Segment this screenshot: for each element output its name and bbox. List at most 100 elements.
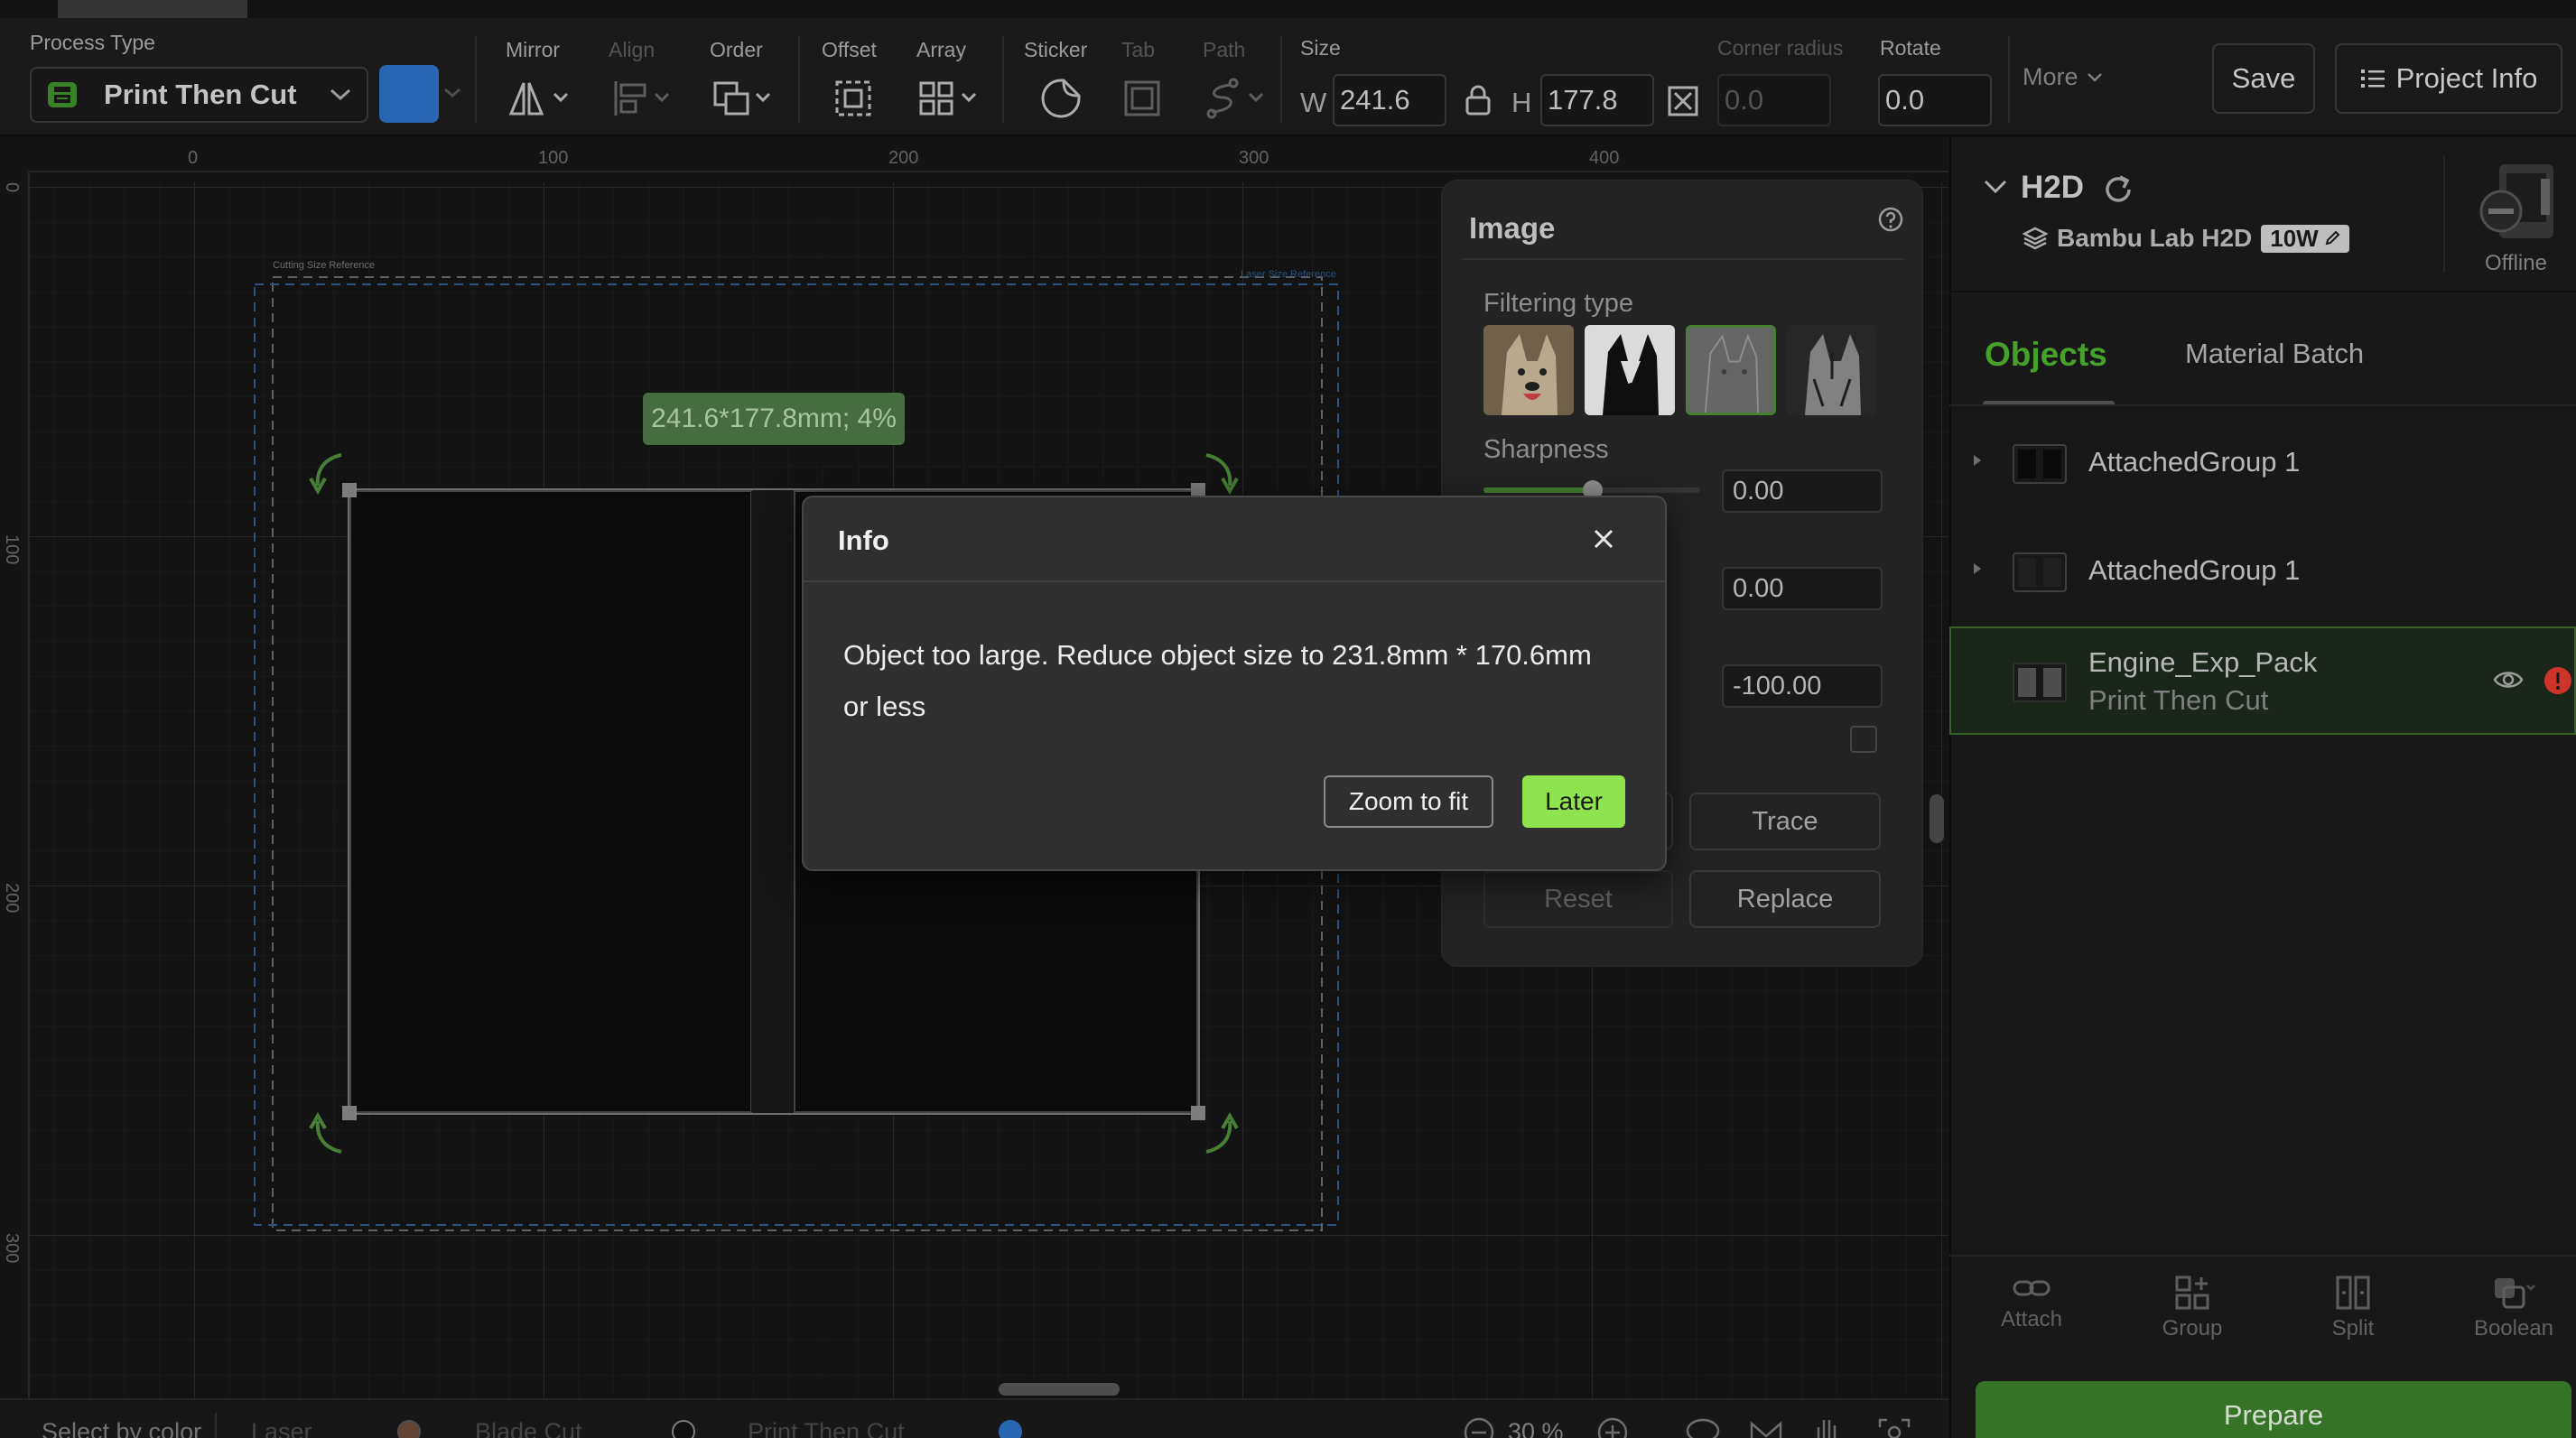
chevron-down-icon[interactable] (442, 87, 462, 99)
project-info-label: Project Info (2395, 62, 2538, 94)
sticker-icon[interactable] (1040, 78, 1082, 119)
fit-size-icon[interactable] (1667, 85, 1699, 117)
laser-badge[interactable]: 10W (2261, 224, 2349, 253)
filter-sketch-thumbnail[interactable] (1686, 325, 1776, 415)
object-thumbnail (2013, 663, 2067, 702)
corner-radius-label: Corner radius (1717, 36, 1844, 60)
filter-bw-thumbnail[interactable] (1585, 325, 1675, 415)
height-input[interactable]: 177.8 (1540, 74, 1654, 126)
cutting-size-reference-label: Cutting Size Reference (273, 260, 376, 271)
brightness-input[interactable]: 0.00 (1722, 567, 1883, 610)
select-tool-icon[interactable] (1748, 1416, 1784, 1438)
select-by-color-label: Select by color (42, 1418, 202, 1438)
fit-view-icon[interactable] (1876, 1416, 1912, 1438)
divider (1002, 36, 1004, 123)
image-panel-title: Image (1469, 211, 1556, 245)
prepare-button[interactable]: Prepare (1976, 1381, 2571, 1438)
more-label: More (2023, 63, 2078, 90)
print-then-cut-color-dot[interactable] (999, 1420, 1022, 1438)
right-panel (1949, 137, 2576, 1438)
laser-color-dot[interactable] (397, 1420, 421, 1438)
close-icon[interactable] (1591, 526, 1616, 552)
list-item-selected[interactable]: Engine_Exp_Pack Print Then Cut (1949, 626, 2576, 735)
app-window: Process Type Print Then Cut Mirror Align… (0, 0, 2576, 1438)
order-icon[interactable] (713, 79, 777, 117)
tab-strip (0, 0, 2576, 18)
tab-material-batch[interactable]: Material Batch (2185, 338, 2364, 370)
link-icon (2012, 1275, 2051, 1302)
contrast-input[interactable]: -100.00 (1722, 664, 1883, 708)
width-input[interactable]: 241.6 (1333, 74, 1446, 126)
more-menu[interactable]: More (2023, 63, 2104, 91)
tab-label: Tab (1121, 38, 1156, 61)
list-item[interactable]: AttachedGroup 1 (1949, 410, 2576, 518)
list-item[interactable]: AttachedGroup 1 (1949, 518, 2576, 626)
boolean-icon (2491, 1275, 2536, 1311)
sticker-label: Sticker (1024, 38, 1088, 61)
sharpness-input[interactable]: 0.00 (1722, 469, 1883, 513)
divider (1462, 258, 1904, 260)
filter-color-thumbnail[interactable] (1483, 325, 1574, 415)
trace-button[interactable]: Trace (1689, 793, 1881, 850)
print-then-cut-filter[interactable]: Print Then Cut (748, 1418, 905, 1438)
error-icon[interactable] (2543, 666, 2572, 695)
help-icon[interactable] (1877, 206, 1904, 233)
later-button[interactable]: Later (1522, 775, 1625, 828)
process-type-dropdown[interactable]: Print Then Cut (30, 67, 368, 123)
expand-arrow-icon[interactable] (1971, 453, 1984, 468)
blade-cut-filter[interactable]: Blade Cut (475, 1418, 582, 1438)
panel-scrollbar[interactable] (1930, 794, 1944, 843)
attach-button[interactable]: Attach (1994, 1275, 2069, 1332)
active-tab[interactable] (58, 0, 247, 18)
top-toolbar: Process Type Print Then Cut Mirror Align… (0, 0, 2576, 136)
expand-arrow-icon[interactable] (1971, 561, 1984, 576)
ruler-top-300: 300 (1239, 148, 1269, 168)
list-icon (2360, 68, 2385, 89)
layers-icon (2023, 226, 2048, 251)
divider (798, 36, 800, 123)
eye-icon[interactable] (2493, 666, 2524, 693)
zoom-level: 30 % (1508, 1418, 1564, 1438)
boolean-button[interactable]: Boolean (2470, 1275, 2557, 1341)
dialog-title: Info (838, 524, 889, 556)
later-label: Later (1545, 787, 1603, 815)
save-button[interactable]: Save (2212, 43, 2315, 114)
hand-icon[interactable] (1811, 1415, 1844, 1438)
group-label: Group (2162, 1316, 2223, 1341)
sharpness-slider[interactable] (1483, 480, 1700, 500)
split-button[interactable]: Split (2315, 1275, 2391, 1341)
color-swatch[interactable] (379, 65, 439, 123)
process-type-value: Print Then Cut (104, 79, 297, 110)
divider (2443, 155, 2445, 273)
chevron-down-icon (2086, 72, 2104, 83)
info-dialog: Info Object too large. Reduce object siz… (802, 496, 1667, 871)
refresh-icon[interactable] (2100, 172, 2136, 208)
rotate-input[interactable]: 0.0 (1878, 74, 1992, 126)
tab-objects[interactable]: Objects (1985, 336, 2107, 374)
offset-icon[interactable] (834, 79, 872, 117)
object-thumbnail (2013, 552, 2067, 592)
reset-button[interactable]: Reset (1483, 870, 1673, 928)
mirror-label: Mirror (506, 38, 561, 61)
boolean-label: Boolean (2473, 1316, 2554, 1341)
divider (1949, 1255, 2576, 1257)
array-icon[interactable] (919, 79, 982, 117)
laser-filter[interactable]: Laser (251, 1418, 312, 1438)
offset-label: Offset (822, 38, 877, 61)
chevron-down-icon[interactable] (1983, 179, 2008, 195)
zoom-in-icon[interactable] (1596, 1416, 1629, 1438)
comment-icon[interactable] (1685, 1416, 1721, 1438)
lock-icon[interactable] (1465, 85, 1492, 116)
zoom-out-icon[interactable] (1463, 1416, 1495, 1438)
path-icon (1206, 78, 1269, 119)
project-info-button[interactable]: Project Info (2335, 43, 2562, 114)
group-button[interactable]: Group (2154, 1275, 2230, 1341)
invert-checkbox[interactable] (1850, 726, 1877, 753)
filter-engrave-thumbnail[interactable] (1787, 325, 1877, 415)
process-type-label: Process Type (30, 31, 155, 54)
ruler-top-400: 400 (1589, 148, 1620, 168)
replace-button[interactable]: Replace (1689, 870, 1881, 928)
zoom-to-fit-button[interactable]: Zoom to fit (1324, 775, 1493, 828)
mirror-icon[interactable] (507, 79, 571, 117)
blade-cut-color-dot[interactable] (672, 1420, 695, 1438)
